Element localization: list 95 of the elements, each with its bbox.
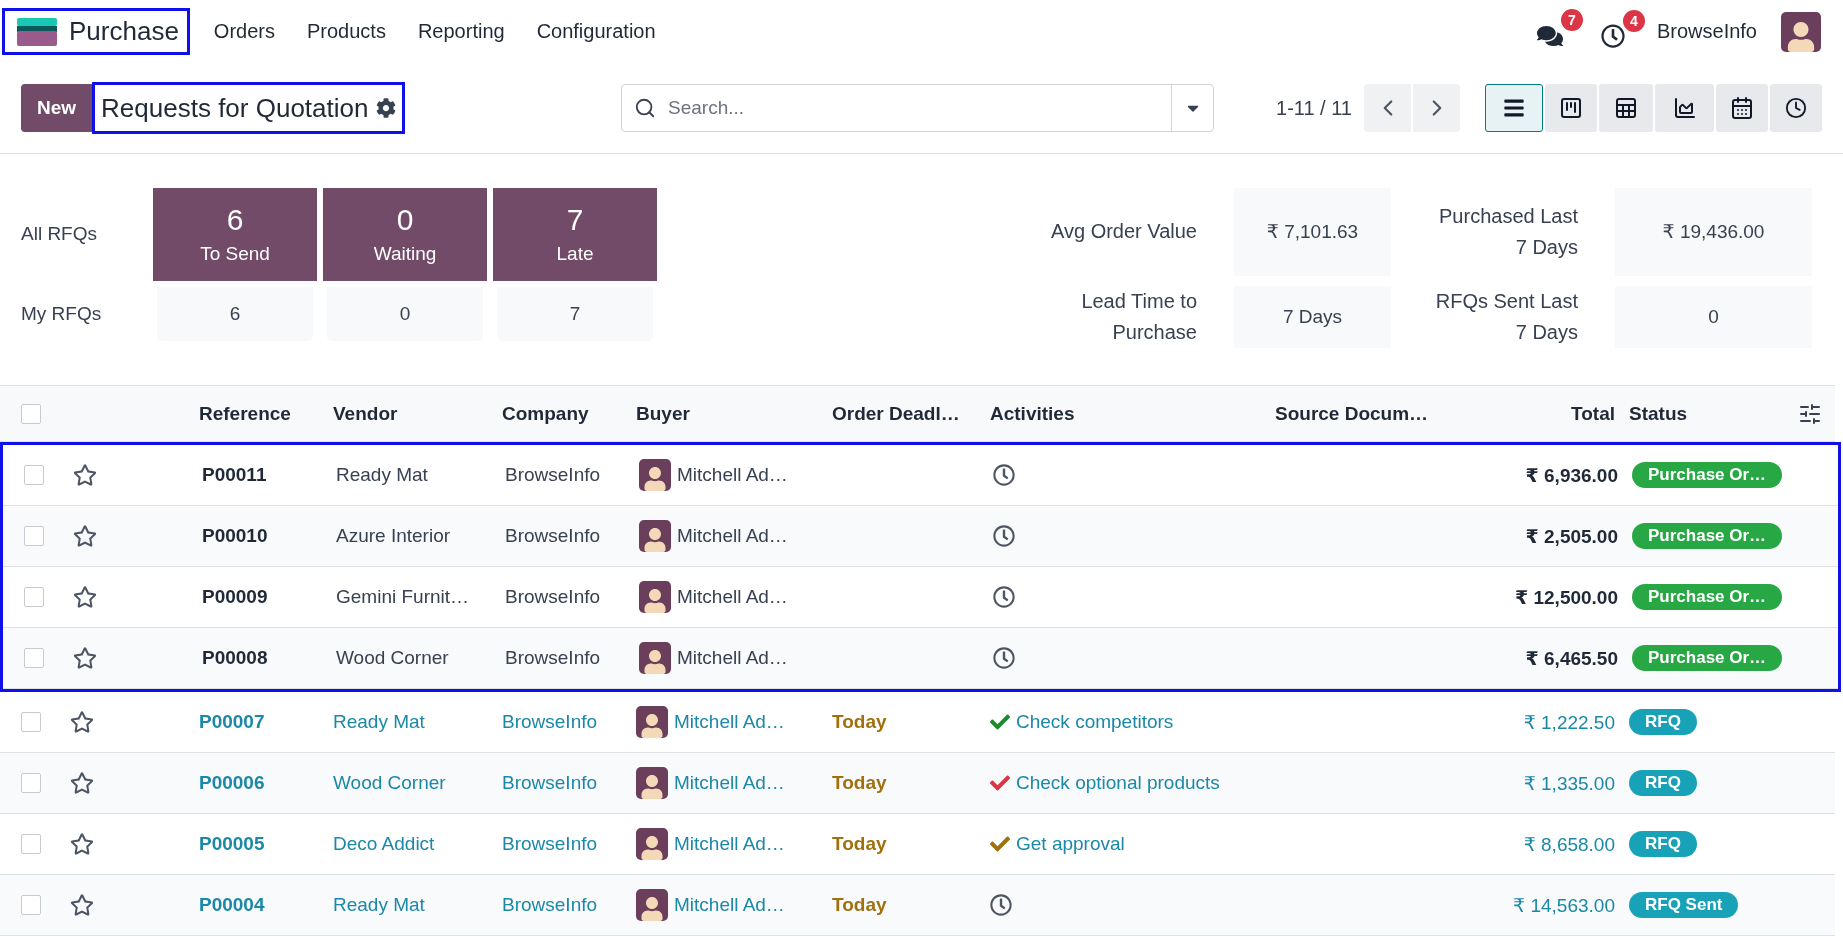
status-badge: Purchase Or… <box>1632 462 1783 488</box>
total-cell-text: ₹ 12,500.00 <box>1513 585 1619 609</box>
column-header[interactable]: Company <box>502 402 636 425</box>
buyer-cell: Mitchell Ad… <box>677 586 788 608</box>
reference-cell-text: P00010 <box>202 525 269 547</box>
total-cell-text: ₹ 2,505.00 <box>1524 524 1619 548</box>
status-badge: Purchase Or… <box>1632 645 1783 671</box>
reference-cell-text: P00005 <box>199 833 266 855</box>
column-header[interactable]: Source Docum… <box>1275 402 1460 425</box>
kpi-label: Purchased Last 7 Days <box>1438 203 1578 260</box>
stat-count[interactable]: 6 <box>157 286 313 341</box>
pager-value[interactable]: 1-11 / 11 <box>1276 96 1352 120</box>
activity-link[interactable]: Check optional products <box>1016 772 1220 794</box>
reference-cell-text: P00004 <box>199 894 266 916</box>
row-label: All RFQs <box>21 223 98 246</box>
kpi-value: 0 <box>1615 285 1812 348</box>
reference-cell-text: P00011 <box>202 464 268 486</box>
column-header[interactable]: Reference <box>199 402 333 425</box>
kpi-value: 7 Days <box>1234 285 1391 348</box>
count-badge: 4 <box>1622 9 1645 32</box>
messages-button[interactable]: 7 <box>1530 8 1583 55</box>
vendor-cell-text: Azure Interior <box>336 525 452 547</box>
status-badge: Purchase Or… <box>1632 523 1783 549</box>
company-cell-text: BrowseInfo <box>502 772 599 794</box>
column-header[interactable]: Status <box>1629 402 1785 425</box>
column-header[interactable]: Vendor <box>333 402 502 425</box>
column-header[interactable]: Activities <box>990 402 1275 425</box>
row-label: My RFQs <box>21 302 103 325</box>
status-badge: RFQ <box>1629 770 1697 796</box>
company-cell-text: BrowseInfo <box>505 464 602 486</box>
vendor-cell-text: Ready Mat <box>333 894 426 916</box>
status-badge: RFQ <box>1629 709 1697 735</box>
buyer-cell: Mitchell Ad… <box>674 772 785 794</box>
column-header[interactable]: Total <box>1460 402 1629 425</box>
stat-tile[interactable]: 6 To Send <box>153 187 317 281</box>
company-cell-text: BrowseInfo <box>502 711 599 733</box>
menu-item[interactable]: Orders <box>213 20 275 44</box>
vendor-cell-text: Gemini Furnit… <box>336 586 471 608</box>
new-button[interactable]: New <box>21 84 93 133</box>
status-badge: Purchase Or… <box>1632 584 1783 610</box>
stat-count[interactable]: 0 <box>327 286 483 341</box>
total-cell-text: ₹ 1,335.00 <box>1522 771 1616 795</box>
vendor-cell-text: Deco Addict <box>333 833 436 855</box>
column-header[interactable]: Order Deadl… <box>832 402 990 425</box>
stat-tile[interactable]: 0 Waiting <box>323 187 487 281</box>
total-cell-text: ₹ 6,936.00 <box>1524 463 1619 487</box>
buyer-cell: Mitchell Ad… <box>677 525 788 547</box>
company-cell-text: BrowseInfo <box>502 833 599 855</box>
company-cell-text: BrowseInfo <box>505 525 602 547</box>
count-badge: 7 <box>1560 8 1583 31</box>
company-cell-text: BrowseInfo <box>505 586 602 608</box>
kpi-label: Avg Order Value <box>1050 219 1197 245</box>
vendor-cell-text: Ready Mat <box>333 711 426 733</box>
menu-item[interactable]: Configuration <box>536 20 656 44</box>
app-brand-link[interactable]: Purchase <box>5 11 187 53</box>
company-name[interactable]: BrowseInfo <box>1656 20 1757 44</box>
deadline-cell-text: Today <box>832 772 888 794</box>
deadline-cell-text: Today <box>832 833 888 855</box>
total-cell-text: ₹ 8,658.00 <box>1522 832 1616 856</box>
company-cell-text: BrowseInfo <box>502 894 599 916</box>
kpi-value: ₹ 19,436.00 <box>1615 187 1812 276</box>
buyer-cell: Mitchell Ad… <box>674 833 785 855</box>
reference-cell-text: P00007 <box>199 711 266 733</box>
reference-cell-text: P00008 <box>202 647 269 669</box>
buyer-cell: Mitchell Ad… <box>677 464 788 486</box>
total-cell-text: ₹ 6,465.50 <box>1524 646 1619 670</box>
page-title: Requests for Quotation <box>101 92 369 124</box>
buyer-cell: Mitchell Ad… <box>674 894 785 916</box>
stat-count[interactable]: 7 <box>497 286 653 341</box>
reference-cell-text: P00009 <box>202 586 269 608</box>
status-badge: RFQ <box>1629 831 1697 857</box>
total-cell-text: ₹ 1,222.50 <box>1522 710 1616 734</box>
menu-item[interactable]: Products <box>306 20 386 44</box>
kpi-value: ₹ 7,101.63 <box>1234 187 1391 276</box>
activities-button[interactable]: 4 <box>1594 9 1645 54</box>
search-field[interactable]: Search... <box>621 84 1214 133</box>
vendor-cell-text: Wood Corner <box>336 647 450 669</box>
search-input[interactable]: Search... <box>666 96 1171 121</box>
kpi-label: Lead Time to Purchase <box>1080 288 1197 345</box>
column-header[interactable]: Buyer <box>636 402 832 425</box>
activity-link[interactable]: Get approval <box>1016 833 1125 855</box>
menu-item[interactable]: Reporting <box>417 20 505 44</box>
status-badge: RFQ Sent <box>1629 892 1739 918</box>
company-cell-text: BrowseInfo <box>505 647 602 669</box>
stat-tile[interactable]: 7 Late <box>493 187 657 281</box>
vendor-cell-text: Ready Mat <box>336 464 429 486</box>
kpi-label: RFQs Sent Last 7 Days <box>1434 288 1578 345</box>
deadline-cell-text: Today <box>832 711 888 733</box>
vendor-cell-text: Wood Corner <box>333 772 447 794</box>
reference-cell-text: P00006 <box>199 772 266 794</box>
total-cell-text: ₹ 14,563.00 <box>1512 893 1616 917</box>
buyer-cell: Mitchell Ad… <box>677 647 788 669</box>
deadline-cell-text: Today <box>832 894 888 916</box>
activity-link[interactable]: Check competitors <box>1016 711 1174 733</box>
buyer-cell: Mitchell Ad… <box>674 711 785 733</box>
